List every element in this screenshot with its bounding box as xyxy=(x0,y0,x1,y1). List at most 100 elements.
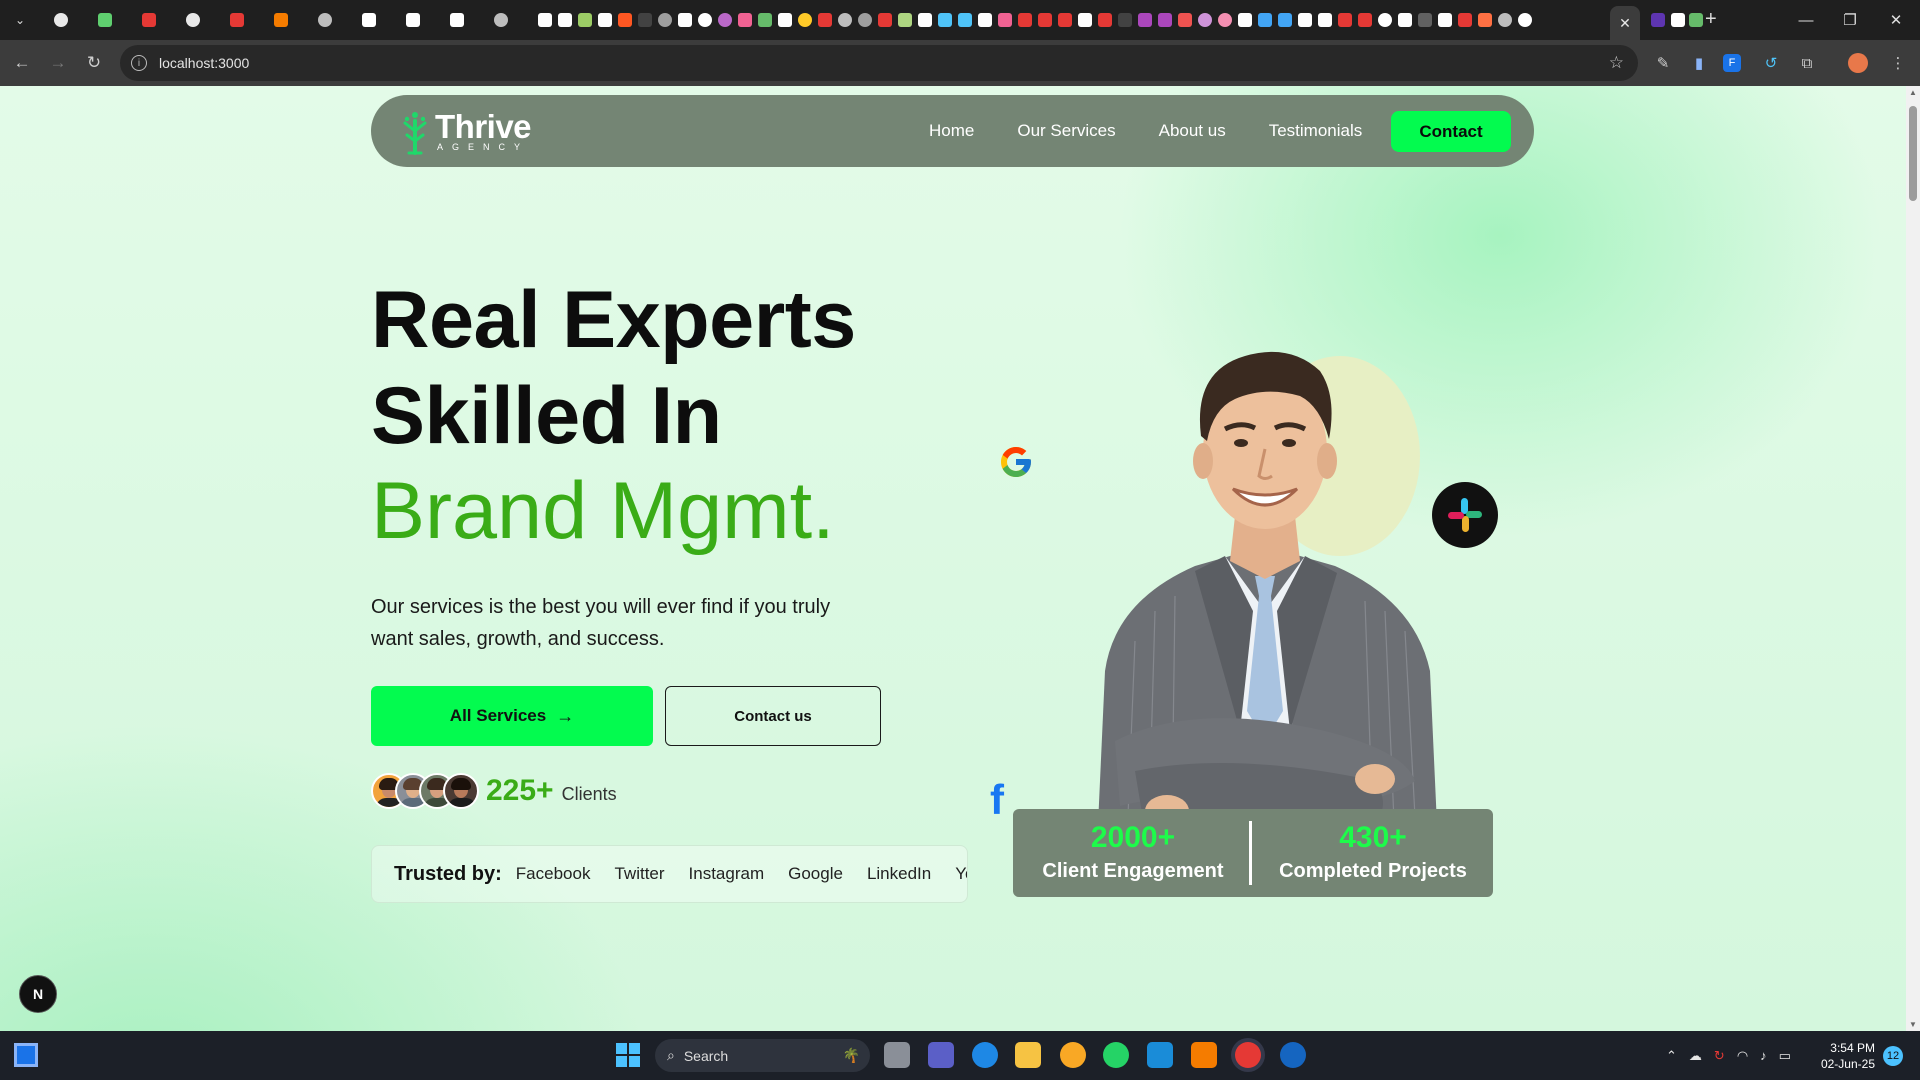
nextjs-dev-badge[interactable]: N xyxy=(19,975,57,1013)
tab-favicon[interactable] xyxy=(698,13,712,27)
tab-favicon[interactable] xyxy=(274,13,288,27)
tab-favicon[interactable] xyxy=(186,13,200,27)
scroll-up-icon[interactable]: ▲ xyxy=(1909,88,1917,97)
tab-favicon[interactable] xyxy=(1689,13,1703,27)
thrive-logo[interactable]: Thrive AGENCY xyxy=(401,105,532,157)
refresh-extension-icon[interactable]: ↺ xyxy=(1759,51,1783,75)
tab-favicon[interactable] xyxy=(1518,13,1532,27)
tab-favicon[interactable] xyxy=(1298,13,1312,27)
tab-favicon[interactable] xyxy=(978,13,992,27)
tab-favicon[interactable] xyxy=(758,13,772,27)
tab-favicon[interactable] xyxy=(362,13,376,27)
start-button[interactable] xyxy=(616,1043,640,1067)
tab-favicon[interactable] xyxy=(578,13,592,27)
back-icon[interactable]: ← xyxy=(4,45,40,81)
tab-favicon[interactable] xyxy=(1138,13,1152,27)
tab-favicon[interactable] xyxy=(1218,13,1232,27)
chrome-icon[interactable] xyxy=(1235,1042,1261,1068)
nav-link-testimonials[interactable]: Testimonials xyxy=(1269,121,1363,141)
tab-favicon[interactable] xyxy=(718,13,732,27)
tab-favicon[interactable] xyxy=(1158,13,1172,27)
show-hidden-icons[interactable]: ⌃ xyxy=(1666,1048,1677,1064)
wifi-icon[interactable]: ◠ xyxy=(1737,1048,1748,1064)
tab-favicon[interactable] xyxy=(1318,13,1332,27)
vlc-icon[interactable] xyxy=(1191,1042,1217,1068)
whatsapp-icon[interactable] xyxy=(1103,1042,1129,1068)
tab-favicon[interactable] xyxy=(678,13,692,27)
tab-favicon[interactable] xyxy=(898,13,912,27)
tab-favicon[interactable] xyxy=(738,13,752,27)
volume-icon[interactable]: ♪ xyxy=(1760,1048,1767,1063)
tab-favicon[interactable] xyxy=(1651,13,1665,27)
address-bar[interactable]: i localhost:3000 ☆ xyxy=(120,45,1638,81)
taskbar-search[interactable]: ⌕ Search 🌴 xyxy=(655,1039,870,1072)
active-tab-close-button[interactable]: ✕ xyxy=(1610,6,1640,40)
site-info-icon[interactable]: i xyxy=(131,55,147,71)
close-window-button[interactable]: ✕ xyxy=(1866,0,1920,40)
tab-favicon[interactable] xyxy=(1258,13,1272,27)
tab-favicon[interactable] xyxy=(1198,13,1212,27)
tab-favicon[interactable] xyxy=(918,13,932,27)
tab-favicon[interactable] xyxy=(1338,13,1352,27)
tab-favicon[interactable] xyxy=(798,13,812,27)
taskbar-clock[interactable]: 3:54 PM 02-Jun-25 xyxy=(1815,1040,1875,1072)
task-view-icon[interactable] xyxy=(884,1042,910,1068)
tab-favicon[interactable] xyxy=(1118,13,1132,27)
tab-favicon[interactable] xyxy=(1671,13,1685,27)
tab-favicon[interactable] xyxy=(558,13,572,27)
bookmark-star-icon[interactable]: ☆ xyxy=(1609,53,1624,73)
nav-link-services[interactable]: Our Services xyxy=(1017,121,1115,141)
tab-favicon[interactable] xyxy=(494,13,508,27)
nav-contact-button[interactable]: Contact xyxy=(1391,111,1511,152)
scroll-down-icon[interactable]: ▼ xyxy=(1909,1020,1917,1029)
page-scrollbar[interactable]: ▲ ▼ xyxy=(1906,86,1920,1031)
tab-favicon[interactable] xyxy=(1358,13,1372,27)
tab-favicon[interactable] xyxy=(1498,13,1512,27)
weather-icon[interactable] xyxy=(1060,1042,1086,1068)
all-services-button[interactable]: All Services → xyxy=(371,686,653,746)
tab-favicon[interactable] xyxy=(818,13,832,27)
edge-icon[interactable] xyxy=(972,1042,998,1068)
tab-favicon[interactable] xyxy=(638,13,652,27)
tab-favicon[interactable] xyxy=(142,13,156,27)
tab-favicon[interactable] xyxy=(1278,13,1292,27)
tab-favicon[interactable] xyxy=(1058,13,1072,27)
tab-favicon[interactable] xyxy=(98,13,112,27)
tab-favicon[interactable] xyxy=(1418,13,1432,27)
extensions-puzzle-icon[interactable]: ⧉ xyxy=(1795,51,1819,75)
tab-favicon[interactable] xyxy=(878,13,892,27)
nav-link-about[interactable]: About us xyxy=(1159,121,1226,141)
tab-favicon[interactable] xyxy=(838,13,852,27)
scrollbar-thumb[interactable] xyxy=(1909,106,1917,201)
tab-favicon[interactable] xyxy=(1438,13,1452,27)
tab-favicon[interactable] xyxy=(1458,13,1472,27)
tab-favicon[interactable] xyxy=(538,13,552,27)
tab-favicon[interactable] xyxy=(778,13,792,27)
tab-favicon[interactable] xyxy=(618,13,632,27)
tab-favicon[interactable] xyxy=(1078,13,1092,27)
tab-favicon[interactable] xyxy=(230,13,244,27)
tab-favicon[interactable] xyxy=(1038,13,1052,27)
widgets-icon[interactable] xyxy=(14,1043,38,1067)
tab-favicon[interactable] xyxy=(1378,13,1392,27)
tab-favicon[interactable] xyxy=(1178,13,1192,27)
tab-favicon[interactable] xyxy=(1398,13,1412,27)
tab-favicon[interactable] xyxy=(1478,13,1492,27)
battery-icon[interactable]: ▭ xyxy=(1779,1048,1791,1064)
tab-favicon[interactable] xyxy=(598,13,612,27)
docs-extension-icon[interactable]: ▮ xyxy=(1687,51,1711,75)
address-text[interactable]: localhost:3000 xyxy=(159,55,249,71)
file-explorer-icon[interactable] xyxy=(1015,1042,1041,1068)
reload-icon[interactable]: ↻ xyxy=(76,45,112,81)
tab-favicon[interactable] xyxy=(938,13,952,27)
onedrive-icon[interactable]: ☁ xyxy=(1689,1048,1702,1064)
tab-favicon[interactable] xyxy=(54,13,68,27)
tab-favicon[interactable] xyxy=(1238,13,1252,27)
tab-favicon[interactable] xyxy=(658,13,672,27)
notification-badge[interactable]: 12 xyxy=(1883,1046,1903,1066)
tab-favicon[interactable] xyxy=(1018,13,1032,27)
eyedropper-extension-icon[interactable]: ✎ xyxy=(1651,51,1675,75)
new-tab-button[interactable]: + xyxy=(1705,8,1717,31)
tab-favicon[interactable] xyxy=(1098,13,1112,27)
bluetooth-app-icon[interactable] xyxy=(1280,1042,1306,1068)
